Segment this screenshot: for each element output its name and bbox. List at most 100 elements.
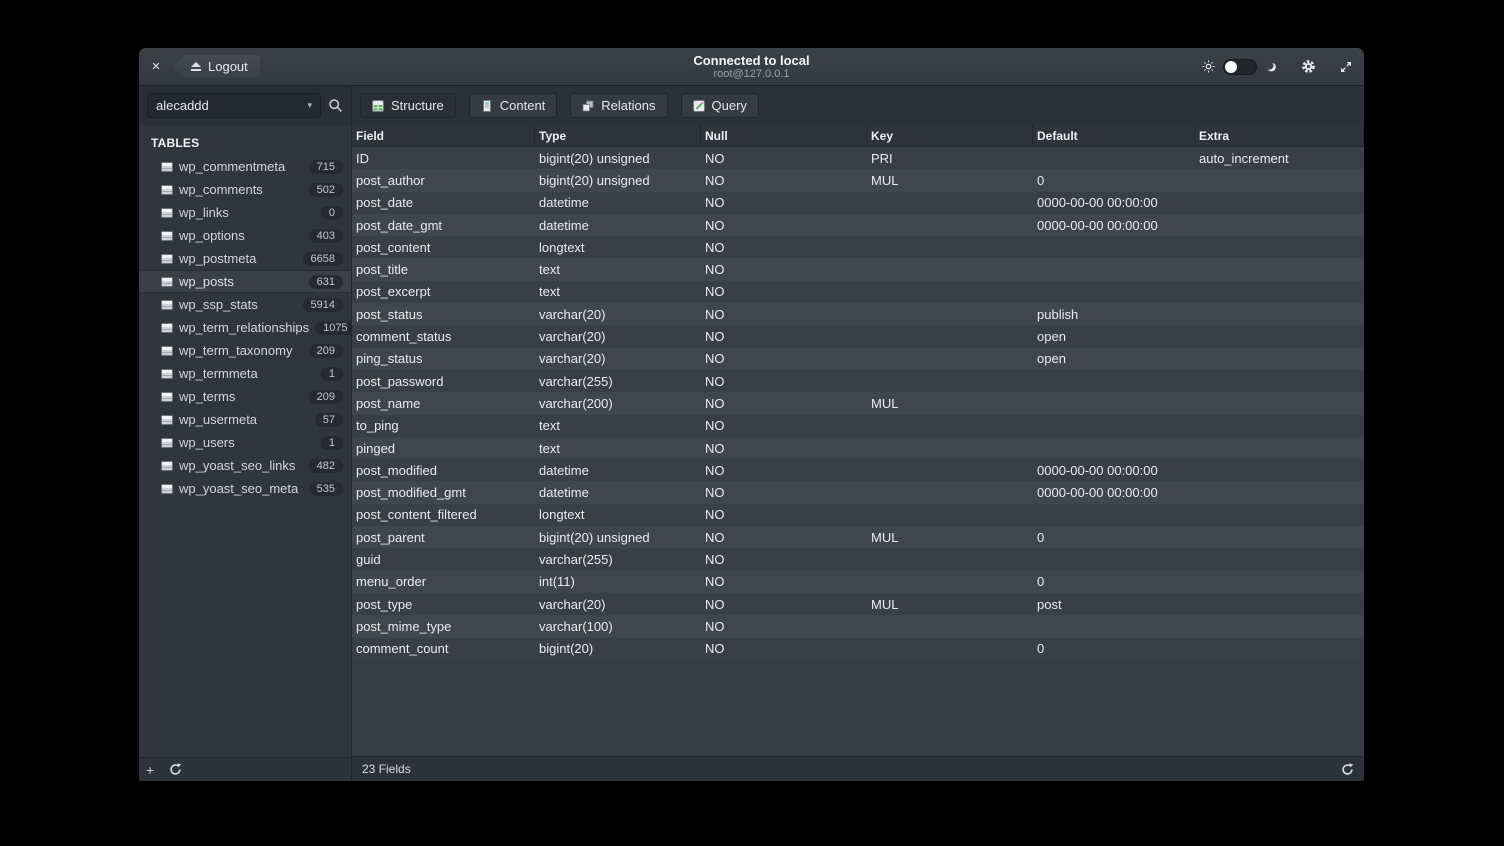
tables-section-label: TABLES xyxy=(139,125,351,155)
sidebar-table-item[interactable]: wp_postmeta 6658 xyxy=(139,247,351,270)
table-list: wp_commentmeta 715 wp_comments xyxy=(139,155,351,757)
table-row[interactable]: post_status varchar(20) NO publish xyxy=(352,303,1364,325)
cell-field: post_content xyxy=(352,236,535,258)
table-row[interactable]: post_modified_gmt datetime NO 0000-00-00… xyxy=(352,481,1364,503)
row-count-badge: 482 xyxy=(309,459,343,473)
table-row[interactable]: guid varchar(255) NO xyxy=(352,548,1364,570)
table-icon xyxy=(161,231,173,241)
sidebar-table-item[interactable]: wp_termmeta 1 xyxy=(139,362,351,385)
table-row[interactable]: menu_order int(11) NO 0 xyxy=(352,571,1364,593)
table-icon xyxy=(161,162,173,172)
sidebar-table-item[interactable]: wp_options 403 xyxy=(139,224,351,247)
table-row[interactable]: comment_status varchar(20) NO open xyxy=(352,325,1364,347)
table-row[interactable]: post_date datetime NO 0000-00-00 00:00:0… xyxy=(352,192,1364,214)
cell-extra xyxy=(1195,615,1364,637)
add-connection-button[interactable]: + xyxy=(146,763,154,777)
table-row[interactable]: ID bigint(20) unsigned NO PRI auto_incre… xyxy=(352,147,1364,169)
table-row[interactable]: ping_status varchar(20) NO open xyxy=(352,348,1364,370)
cell-extra: auto_increment xyxy=(1195,147,1364,169)
cell-field: post_content_filtered xyxy=(352,504,535,526)
sidebar-table-item[interactable]: wp_users 1 xyxy=(139,431,351,454)
table-row[interactable]: post_name varchar(200) NO MUL xyxy=(352,392,1364,414)
table-row[interactable]: post_content_filtered longtext NO xyxy=(352,504,1364,526)
table-row[interactable]: post_modified datetime NO 0000-00-00 00:… xyxy=(352,459,1364,481)
database-selector[interactable]: alecaddd ▾ xyxy=(147,93,321,118)
cell-default: 0000-00-00 00:00:00 xyxy=(1033,459,1195,481)
row-count-badge: 502 xyxy=(309,183,343,197)
table-icon xyxy=(161,438,173,448)
cell-default xyxy=(1033,415,1195,437)
tab-relations[interactable]: Relations xyxy=(570,93,667,118)
row-count-badge: 57 xyxy=(315,413,343,427)
sidebar-refresh-button[interactable] xyxy=(169,763,182,776)
table-row[interactable]: post_excerpt text NO xyxy=(352,281,1364,303)
settings-button[interactable] xyxy=(1301,59,1316,74)
tab-content[interactable]: Content xyxy=(469,93,558,118)
table-name: wp_usermeta xyxy=(179,412,257,427)
table-row[interactable]: to_ping text NO xyxy=(352,415,1364,437)
table-row[interactable]: post_title text NO xyxy=(352,258,1364,280)
search-button[interactable] xyxy=(328,98,343,113)
moon-icon xyxy=(1265,61,1277,73)
cell-key xyxy=(867,437,1033,459)
table-row[interactable]: post_type varchar(20) NO MUL post xyxy=(352,593,1364,615)
cell-default xyxy=(1033,236,1195,258)
cell-key xyxy=(867,504,1033,526)
sidebar-table-item[interactable]: wp_comments 502 xyxy=(139,178,351,201)
cell-field: post_password xyxy=(352,370,535,392)
cell-null: NO xyxy=(701,526,867,548)
cell-null: NO xyxy=(701,348,867,370)
sidebar-table-item[interactable]: wp_usermeta 57 xyxy=(139,408,351,431)
cell-extra xyxy=(1195,169,1364,191)
table-row[interactable]: post_date_gmt datetime NO 0000-00-00 00:… xyxy=(352,214,1364,236)
table-row[interactable]: post_author bigint(20) unsigned NO MUL 0 xyxy=(352,169,1364,191)
cell-null: NO xyxy=(701,392,867,414)
row-count-badge: 1 xyxy=(321,367,343,381)
sidebar-table-item[interactable]: wp_links 0 xyxy=(139,201,351,224)
fullscreen-button[interactable] xyxy=(1340,61,1352,73)
cell-type: varchar(20) xyxy=(535,325,701,347)
table-row[interactable]: pinged text NO xyxy=(352,437,1364,459)
sidebar-table-item[interactable]: wp_term_taxonomy 209 xyxy=(139,339,351,362)
table-name: wp_comments xyxy=(179,182,263,197)
theme-toggle[interactable] xyxy=(1223,59,1257,75)
table-name: wp_options xyxy=(179,228,245,243)
table-row[interactable]: comment_count bigint(20) NO 0 xyxy=(352,638,1364,660)
cell-key xyxy=(867,348,1033,370)
cell-default xyxy=(1033,437,1195,459)
titlebar-title-area: Connected to local root@127.0.0.1 xyxy=(139,53,1364,81)
sidebar-table-item[interactable]: wp_terms 209 xyxy=(139,385,351,408)
cell-extra xyxy=(1195,348,1364,370)
table-refresh-button[interactable] xyxy=(1341,763,1354,776)
cell-null: NO xyxy=(701,571,867,593)
cell-field: post_mime_type xyxy=(352,615,535,637)
table-row[interactable]: post_content longtext NO xyxy=(352,236,1364,258)
cell-type: bigint(20) unsigned xyxy=(535,147,701,169)
cell-field: post_title xyxy=(352,258,535,280)
cell-field: ID xyxy=(352,147,535,169)
sidebar-table-item[interactable]: wp_ssp_stats 5914 xyxy=(139,293,351,316)
chevron-down-icon: ▾ xyxy=(307,100,312,111)
sidebar-table-item[interactable]: wp_yoast_seo_meta 535 xyxy=(139,477,351,500)
cell-key xyxy=(867,370,1033,392)
sidebar-table-item[interactable]: wp_commentmeta 715 xyxy=(139,155,351,178)
table-row[interactable]: post_parent bigint(20) unsigned NO MUL 0 xyxy=(352,526,1364,548)
cell-type: int(11) xyxy=(535,571,701,593)
app-body: alecaddd ▾ TABLES xyxy=(139,86,1364,781)
sidebar-table-item[interactable]: wp_posts 631 xyxy=(139,270,351,293)
tab-structure[interactable]: Structure xyxy=(360,93,456,118)
table-icon xyxy=(161,461,173,471)
table-row[interactable]: post_mime_type varchar(100) NO xyxy=(352,615,1364,637)
cell-key xyxy=(867,192,1033,214)
window-subtitle: root@127.0.0.1 xyxy=(139,68,1364,81)
table-name: wp_commentmeta xyxy=(179,159,285,174)
fields-count: 23 Fields xyxy=(362,762,411,776)
cell-key: MUL xyxy=(867,169,1033,191)
table-row[interactable]: post_password varchar(255) NO xyxy=(352,370,1364,392)
sidebar-table-item[interactable]: wp_term_relationships 1075 xyxy=(139,316,351,339)
sidebar-table-item[interactable]: wp_yoast_seo_links 482 xyxy=(139,454,351,477)
tab-query[interactable]: Query xyxy=(681,93,759,118)
cell-null: NO xyxy=(701,281,867,303)
cell-null: NO xyxy=(701,192,867,214)
cell-type: text xyxy=(535,437,701,459)
